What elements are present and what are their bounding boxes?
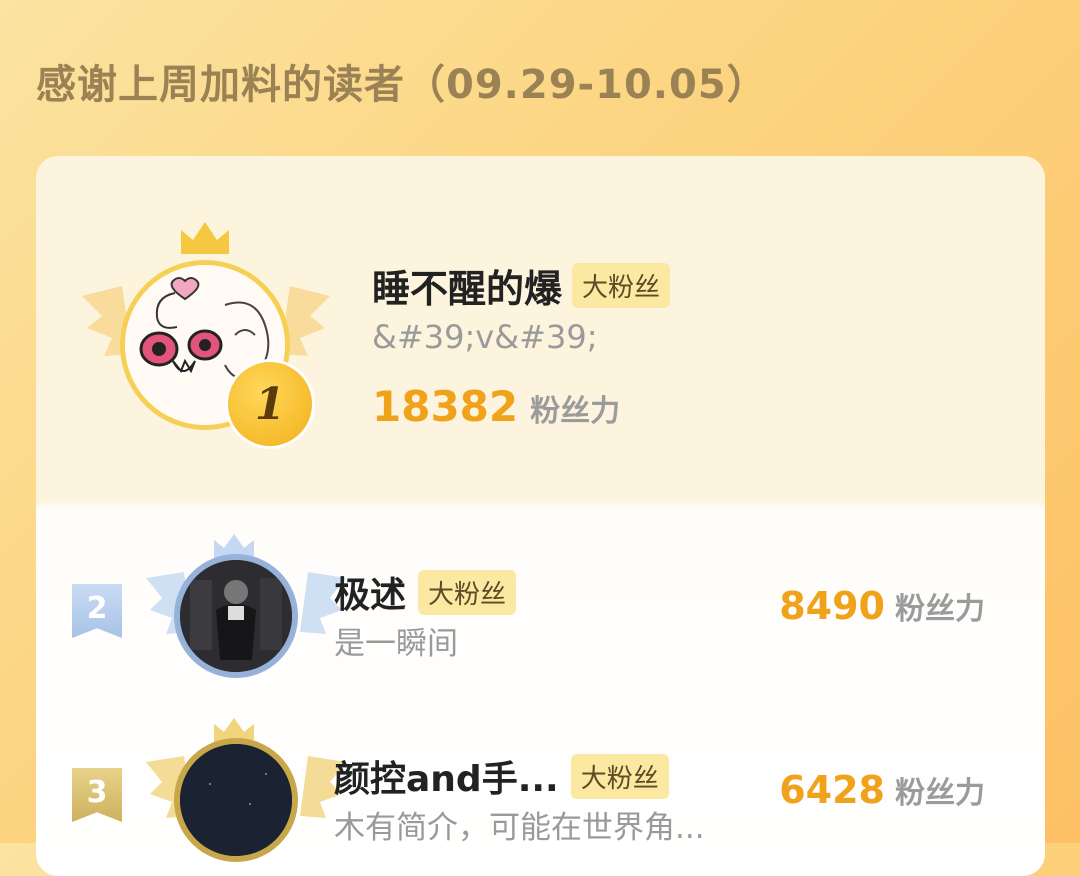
rank-entry[interactable]: 3 颜控and手... 大粉丝 木有简介，可能在世界角... 6428 粉丝力 [36, 716, 1045, 876]
fan-score-unit: 粉丝力 [530, 394, 621, 429]
user-name[interactable]: 颜控and手... [334, 750, 559, 802]
fan-score: 8490 [779, 584, 885, 628]
user-bio: 木有简介，可能在世界角... [334, 810, 705, 846]
fan-score-unit: 粉丝力 [895, 592, 985, 627]
avatar[interactable] [174, 738, 298, 862]
user-bio: &#39;v&#39; [372, 318, 598, 356]
user-bio: 是一瞬间 [334, 626, 458, 662]
avatar-image [180, 744, 292, 856]
rank-flag: 3 [72, 768, 122, 822]
crown-icon [181, 222, 229, 254]
fan-badge: 大粉丝 [572, 263, 671, 308]
fan-score-unit: 粉丝力 [895, 776, 985, 811]
user-name[interactable]: 睡不醒的爆 [372, 258, 562, 313]
rank-medal: 1 [228, 362, 312, 446]
rank-flag: 2 [72, 584, 122, 638]
avatar[interactable] [174, 554, 298, 678]
rank-entry[interactable]: 2 极述 大粉丝 是一瞬间 8490 粉丝力 [36, 532, 1045, 702]
user-name[interactable]: 极述 [334, 566, 406, 618]
fan-score: 18382 [372, 382, 519, 431]
fan-score: 6428 [779, 768, 885, 812]
fan-badge: 大粉丝 [570, 753, 669, 799]
page-title: 感谢上周加料的读者（09.29-10.05） [36, 62, 768, 108]
fan-badge: 大粉丝 [418, 569, 517, 615]
avatar-image [180, 560, 292, 672]
leaderboard-card: 1 睡不醒的爆 大粉丝 &#39;v&#39; 18382 粉丝力 2 极述 大… [36, 156, 1045, 876]
rank-first-entry[interactable]: 1 睡不醒的爆 大粉丝 &#39;v&#39; 18382 粉丝力 [36, 156, 1045, 516]
